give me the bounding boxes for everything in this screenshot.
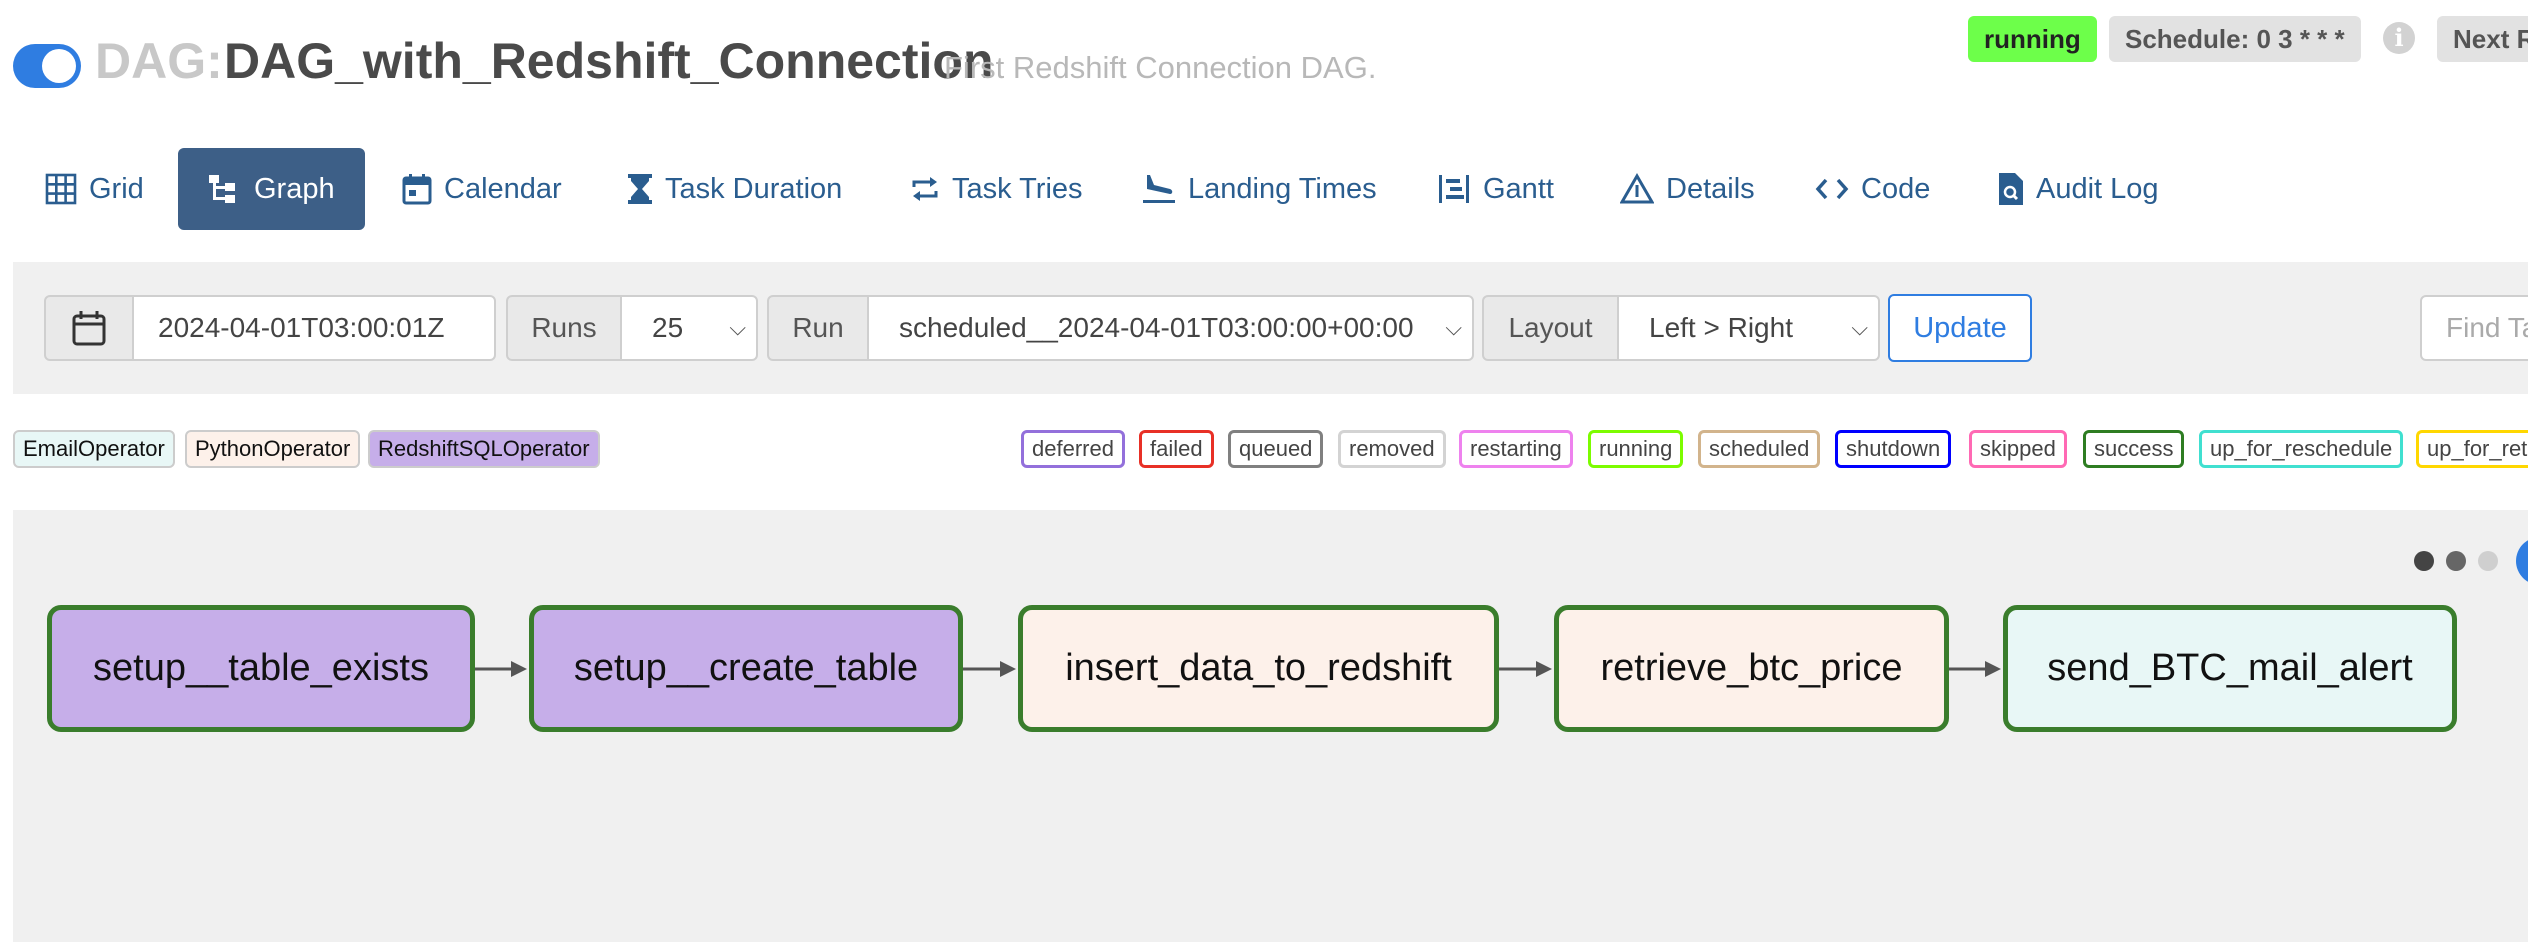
state-deferred[interactable]: deferred [1021,430,1125,468]
dag-pause-toggle[interactable] [13,44,81,88]
chevron-down-icon: ⌵ [1851,315,1868,340]
tab-details[interactable]: Details [1620,148,1755,230]
legend-email-operator: EmailOperator [13,430,175,468]
tab-code[interactable]: Code [1815,148,1930,230]
state-scheduled[interactable]: scheduled [1698,430,1821,468]
update-button[interactable]: Update [1888,294,2032,362]
state-running[interactable]: running [1588,430,1684,468]
state-up-for-retry[interactable]: up_for_retry [2416,430,2528,468]
chevron-down-icon: ⌵ [729,315,746,340]
state-skipped[interactable]: skipped [1969,430,2067,468]
run-select-value: scheduled__2024-04-01T03:00:00+00:00 [899,312,1414,343]
schedule-badge: Schedule: 0 3 * * * [2109,16,2361,62]
runs-select[interactable]: 25 ⌵ [620,295,758,361]
legend-redshift-sql-operator: RedshiftSQLOperator [368,430,600,468]
hourglass-icon [628,174,652,204]
edge-arrow [1499,661,1552,677]
tab-gantt-label: Gantt [1483,173,1554,205]
state-shutdown[interactable]: shutdown [1835,430,1952,468]
loading-dot [2414,551,2434,571]
legend-python-operator: PythonOperator [185,430,361,468]
state-failed[interactable]: failed [1139,430,1214,468]
plane-landing-icon [1143,175,1175,203]
tab-details-label: Details [1666,173,1755,205]
tab-code-label: Code [1861,173,1931,205]
state-success[interactable]: success [2083,430,2185,468]
toggle-knob [42,49,76,83]
runs-select-value: 25 [652,312,684,343]
calendar-icon [402,174,432,205]
chevron-down-icon: ⌵ [1445,315,1462,340]
base-date-input[interactable]: 2024-04-01T03:00:01Z [132,295,496,361]
edge-arrow [963,661,1016,677]
state-queued[interactable]: queued [1228,430,1324,468]
date-picker-button[interactable] [44,295,134,361]
task-node-setup-create-table[interactable]: setup__create_table [529,605,963,732]
search-document-icon [1999,173,2023,205]
edge-arrow [475,661,527,677]
task-node-insert-data-to-redshift[interactable]: insert_data_to_redshift [1018,605,1499,732]
tab-task-duration[interactable]: Task Duration [627,148,842,230]
gantt-icon [1439,175,1469,203]
warning-triangle-icon [1620,173,1654,204]
code-icon [1815,178,1849,200]
dag-state-badge: running [1968,16,2097,62]
tab-task-tries-label: Task Tries [952,173,1083,205]
dag-description: First Redshift Connection DAG. [944,50,1377,85]
run-select[interactable]: scheduled__2024-04-01T03:00:00+00:00 ⌵ [867,295,1474,361]
graph-icon [209,175,235,203]
edge-arrow [1949,661,2001,677]
layout-label: Layout [1482,295,1619,361]
tab-task-tries[interactable]: Task Tries [910,148,1083,230]
task-node-send-btc-mail-alert[interactable]: send_BTC_mail_alert [2003,605,2457,732]
tab-graph[interactable]: Graph [178,148,365,230]
tab-gantt[interactable]: Gantt [1437,148,1554,230]
tab-grid[interactable]: Grid [45,148,144,230]
state-removed[interactable]: removed [1338,430,1446,468]
repeat-icon [912,177,938,201]
layout-select-value: Left > Right [1649,312,1793,343]
task-node-retrieve-btc-price[interactable]: retrieve_btc_price [1554,605,1949,732]
tab-task-duration-label: Task Duration [665,173,843,205]
runs-label: Runs [506,295,622,361]
tab-calendar-label: Calendar [444,173,562,205]
layout-select[interactable]: Left > Right ⌵ [1617,295,1880,361]
page-title: DAG_with_Redshift_Connection [224,33,994,89]
tab-audit-log-label: Audit Log [2036,173,2159,205]
next-run-badge: Next R [2437,16,2528,62]
info-icon[interactable]: i [2383,22,2415,54]
grid-icon [45,173,77,205]
state-up-for-reschedule[interactable]: up_for_reschedule [2199,430,2404,468]
run-label: Run [767,295,869,361]
tab-landing-times-label: Landing Times [1188,173,1377,205]
find-task-input[interactable]: Find Ta [2420,295,2528,361]
tab-landing-times[interactable]: Landing Times [1142,148,1377,230]
task-node-setup-table-exists[interactable]: setup__table_exists [47,605,475,732]
tab-graph-label: Graph [254,173,335,205]
calendar-icon [72,311,106,346]
tab-calendar[interactable]: Calendar [402,148,562,230]
loading-dot [2446,551,2466,571]
dag-prefix: DAG: [95,33,223,89]
state-restarting[interactable]: restarting [1459,430,1573,468]
tab-audit-log[interactable]: Audit Log [1998,148,2159,230]
loading-dot [2478,551,2498,571]
tab-grid-label: Grid [89,173,144,205]
